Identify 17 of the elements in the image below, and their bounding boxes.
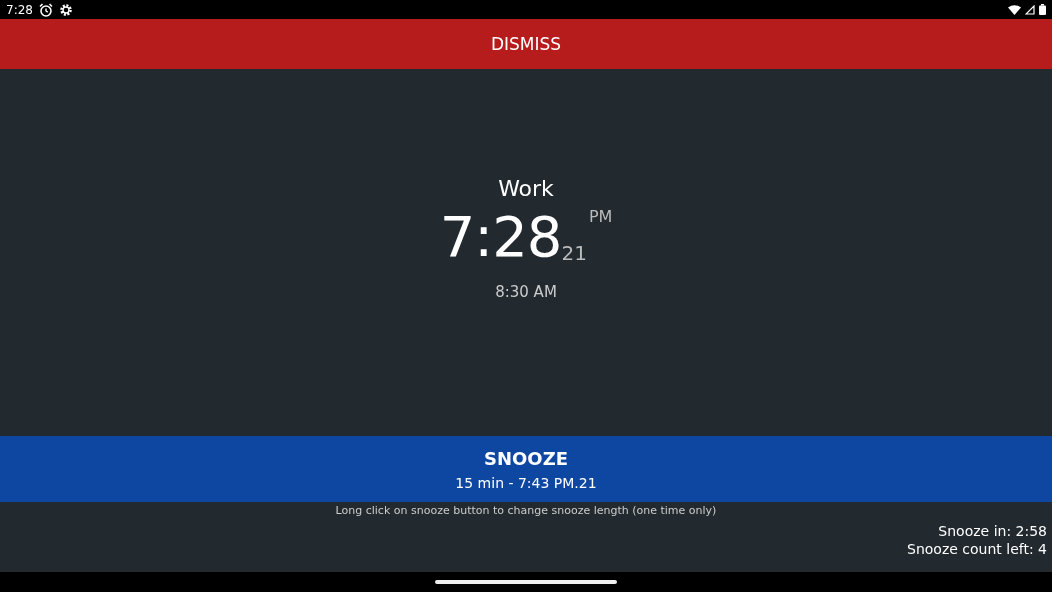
current-time: 7:28 bbox=[439, 207, 562, 267]
alarm-time: 8:30 AM bbox=[495, 283, 557, 301]
snooze-hint: Long click on snooze button to change snooze length (one time only) bbox=[334, 504, 718, 517]
wifi-icon bbox=[1008, 4, 1021, 15]
alarm-label: Work bbox=[498, 176, 554, 201]
dismiss-button[interactable]: DISMISS bbox=[0, 19, 1052, 69]
battery-icon bbox=[1039, 4, 1046, 15]
alarm-clock-icon bbox=[38, 2, 53, 17]
snooze-info: Snooze in: 2:58 bbox=[938, 523, 1047, 539]
signal-icon bbox=[1025, 4, 1035, 15]
home-handle[interactable] bbox=[435, 580, 617, 584]
current-seconds: 21 bbox=[561, 241, 587, 265]
meridiem: PM bbox=[588, 207, 613, 226]
settings-icon bbox=[58, 2, 73, 17]
status-time: 7:28 bbox=[6, 2, 33, 17]
snooze-info: Snooze count left: 4 bbox=[907, 541, 1047, 557]
snooze-button[interactable]: SNOOZE 15 min - 7:43 PM.21 bbox=[0, 436, 1052, 502]
